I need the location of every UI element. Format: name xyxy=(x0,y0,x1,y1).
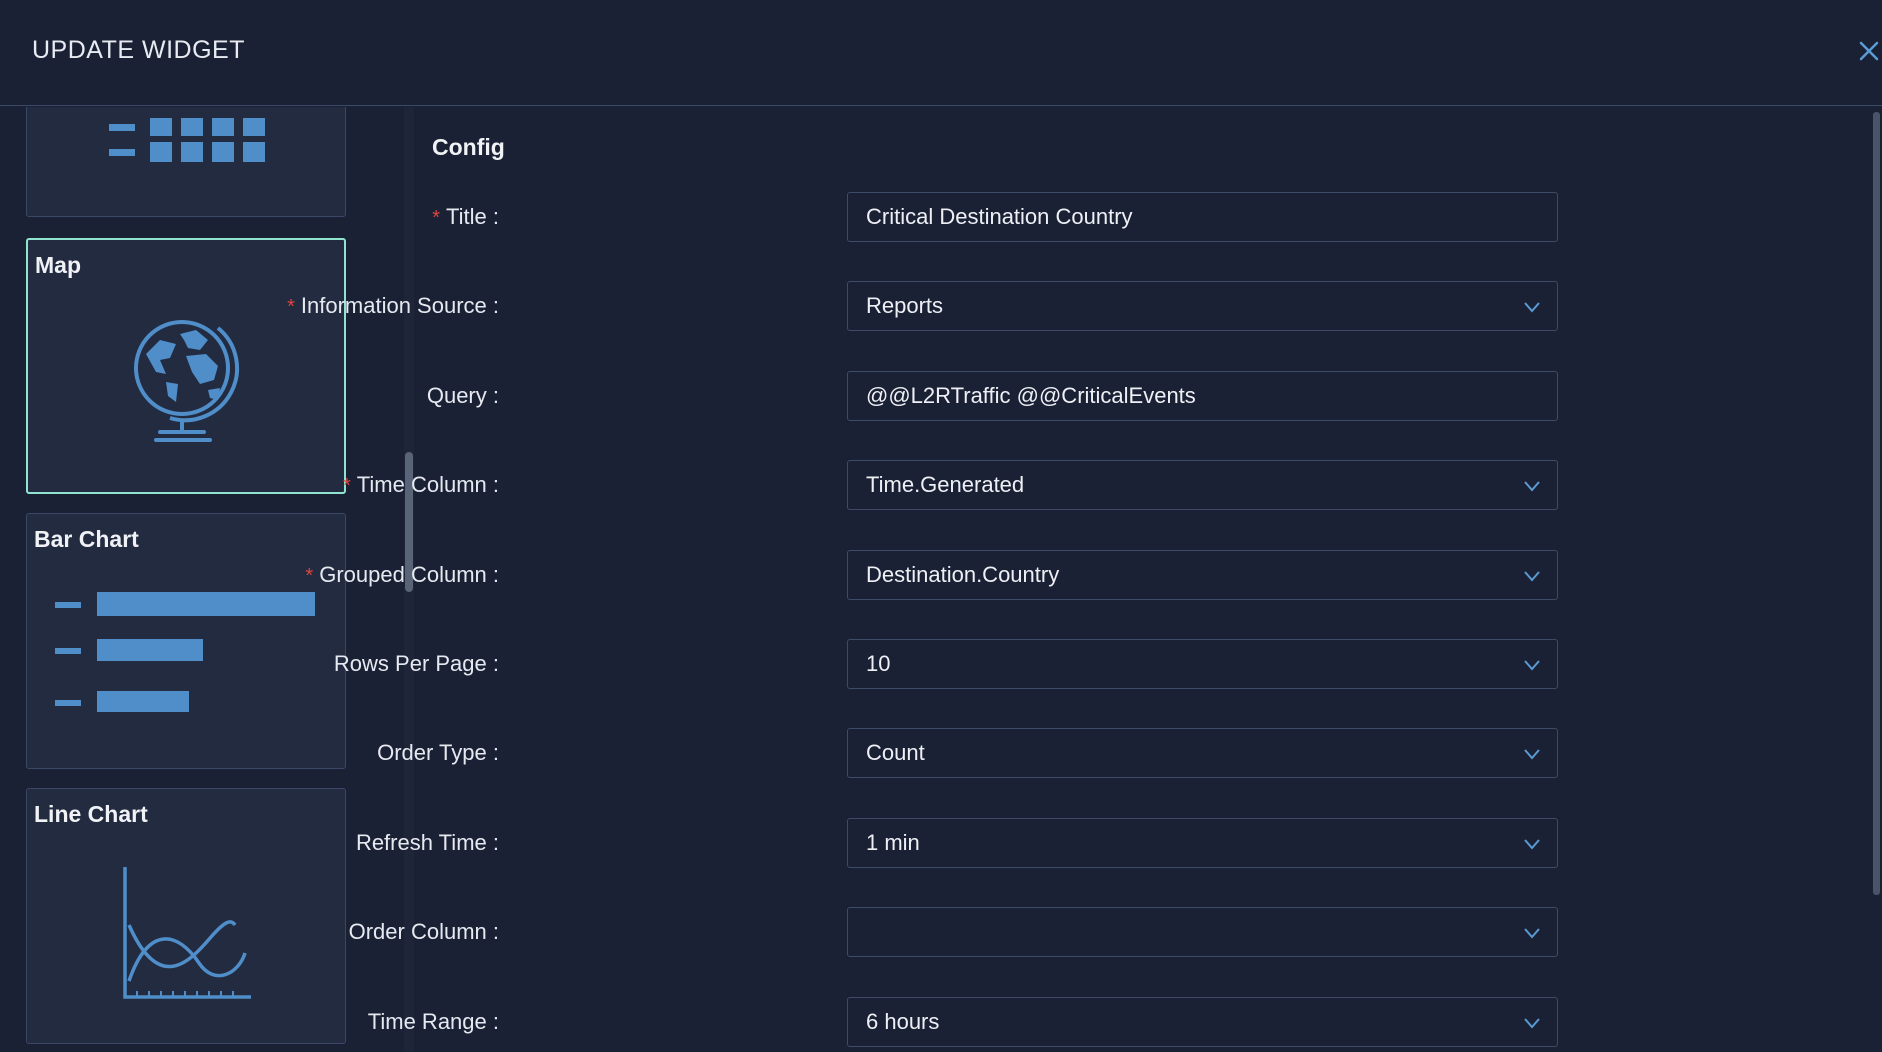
form-label: * Time Column : xyxy=(343,472,499,498)
chevron-down-icon[interactable] xyxy=(1523,835,1541,853)
select-value: 1 min xyxy=(866,830,920,855)
form-label-text: Order Column xyxy=(348,919,487,944)
select-field[interactable]: Count xyxy=(847,728,1558,778)
form-row: Rows Per Page : 10 xyxy=(334,639,1560,691)
select-field[interactable]: 6 hours xyxy=(847,997,1558,1047)
grid-icon xyxy=(109,118,265,162)
required-marker: * xyxy=(342,475,351,497)
label-colon: : xyxy=(486,651,499,676)
select-field[interactable]: 10 xyxy=(847,639,1558,689)
form-row: * Time Column : Time.Generated xyxy=(343,460,1560,512)
chevron-down-icon[interactable] xyxy=(1523,567,1541,585)
line-chart-icon xyxy=(123,867,251,999)
widget-card-bar-chart[interactable]: Bar Chart xyxy=(26,513,346,769)
label-colon: : xyxy=(486,472,499,497)
select-value: Reports xyxy=(866,293,944,318)
label-colon: : xyxy=(486,830,499,855)
form-label-text: Information Source xyxy=(300,293,487,318)
chevron-down-icon[interactable] xyxy=(1523,477,1541,495)
modal-title: UPDATE WIDGET xyxy=(32,36,245,64)
label-colon: : xyxy=(486,740,499,765)
label-colon: : xyxy=(486,919,499,944)
chevron-down-icon[interactable] xyxy=(1523,745,1541,763)
globe-icon xyxy=(134,320,240,442)
close-icon[interactable] xyxy=(1856,38,1882,64)
form-label: * Title : xyxy=(432,204,499,230)
required-marker: * xyxy=(305,565,314,587)
form-row: Query : xyxy=(420,371,1560,423)
chevron-down-icon[interactable] xyxy=(1523,298,1541,316)
widget-card-label: Map xyxy=(35,252,81,278)
form-label-text: Query xyxy=(426,383,487,408)
widget-card-line-chart[interactable]: Line Chart xyxy=(26,788,346,1044)
right-scrollbar-thumb[interactable] xyxy=(1873,112,1880,895)
form-row: Order Column : xyxy=(349,907,1560,959)
form-label: * Grouped Column : xyxy=(305,562,499,588)
chevron-down-icon[interactable] xyxy=(1523,924,1541,942)
form-label: Query : xyxy=(427,383,499,409)
select-field[interactable]: Reports xyxy=(847,281,1558,331)
label-colon: : xyxy=(486,204,499,229)
form-label-text: Rows Per Page xyxy=(333,651,487,676)
config-heading: Config xyxy=(432,134,505,160)
label-colon: : xyxy=(486,562,499,587)
form-label: * Information Source : xyxy=(287,293,499,319)
select-value: Time.Generated xyxy=(866,472,1025,497)
form-row: * Information Source : Reports xyxy=(287,281,1560,333)
form-label-text: Order Type xyxy=(377,740,487,765)
form-row: Time Range : 6 hours xyxy=(368,997,1560,1049)
form-row: * Grouped Column : Destination.Country xyxy=(305,550,1560,602)
select-field[interactable]: 1 min xyxy=(847,818,1558,868)
select-field[interactable] xyxy=(847,907,1558,957)
form-label-text: Refresh Time xyxy=(355,830,487,855)
select-field[interactable]: Time.Generated xyxy=(847,460,1558,510)
chevron-down-icon[interactable] xyxy=(1523,1014,1541,1032)
select-field[interactable]: Destination.Country xyxy=(847,550,1558,600)
select-value: 10 xyxy=(866,651,891,676)
select-value: 6 hours xyxy=(866,1009,940,1034)
form-row: Refresh Time : 1 min xyxy=(356,818,1560,870)
form-label: Order Type : xyxy=(377,740,499,766)
text-input[interactable] xyxy=(847,371,1558,421)
modal-header: UPDATE WIDGET xyxy=(0,0,1882,106)
required-marker: * xyxy=(432,207,441,229)
select-value: Count xyxy=(866,740,925,765)
form-label: Refresh Time : xyxy=(356,830,499,856)
form-label-text: Time Column xyxy=(356,472,487,497)
form-label: Rows Per Page : xyxy=(334,651,499,677)
form-label-text: Time Range xyxy=(367,1009,487,1034)
bar-chart-icon xyxy=(55,592,315,712)
widget-card-label: Line Chart xyxy=(34,801,148,827)
form-row: Order Type : Count xyxy=(377,728,1560,780)
required-marker: * xyxy=(287,296,295,318)
label-colon: : xyxy=(486,293,499,318)
chevron-down-icon[interactable] xyxy=(1523,656,1541,674)
form-label: Time Range : xyxy=(368,1009,499,1035)
label-colon: : xyxy=(486,1009,499,1034)
form-label-text: Grouped Column xyxy=(319,562,487,587)
widget-card-table[interactable] xyxy=(26,107,346,217)
widget-card-label: Bar Chart xyxy=(34,526,139,552)
label-colon: : xyxy=(486,383,499,408)
form-label: Order Column : xyxy=(349,919,499,945)
select-value: Destination.Country xyxy=(866,562,1060,587)
form-row: * Title : xyxy=(420,192,1560,244)
text-input[interactable] xyxy=(847,192,1558,242)
form-label-text: Title xyxy=(446,204,487,229)
widget-card-map[interactable]: Map xyxy=(26,238,346,494)
